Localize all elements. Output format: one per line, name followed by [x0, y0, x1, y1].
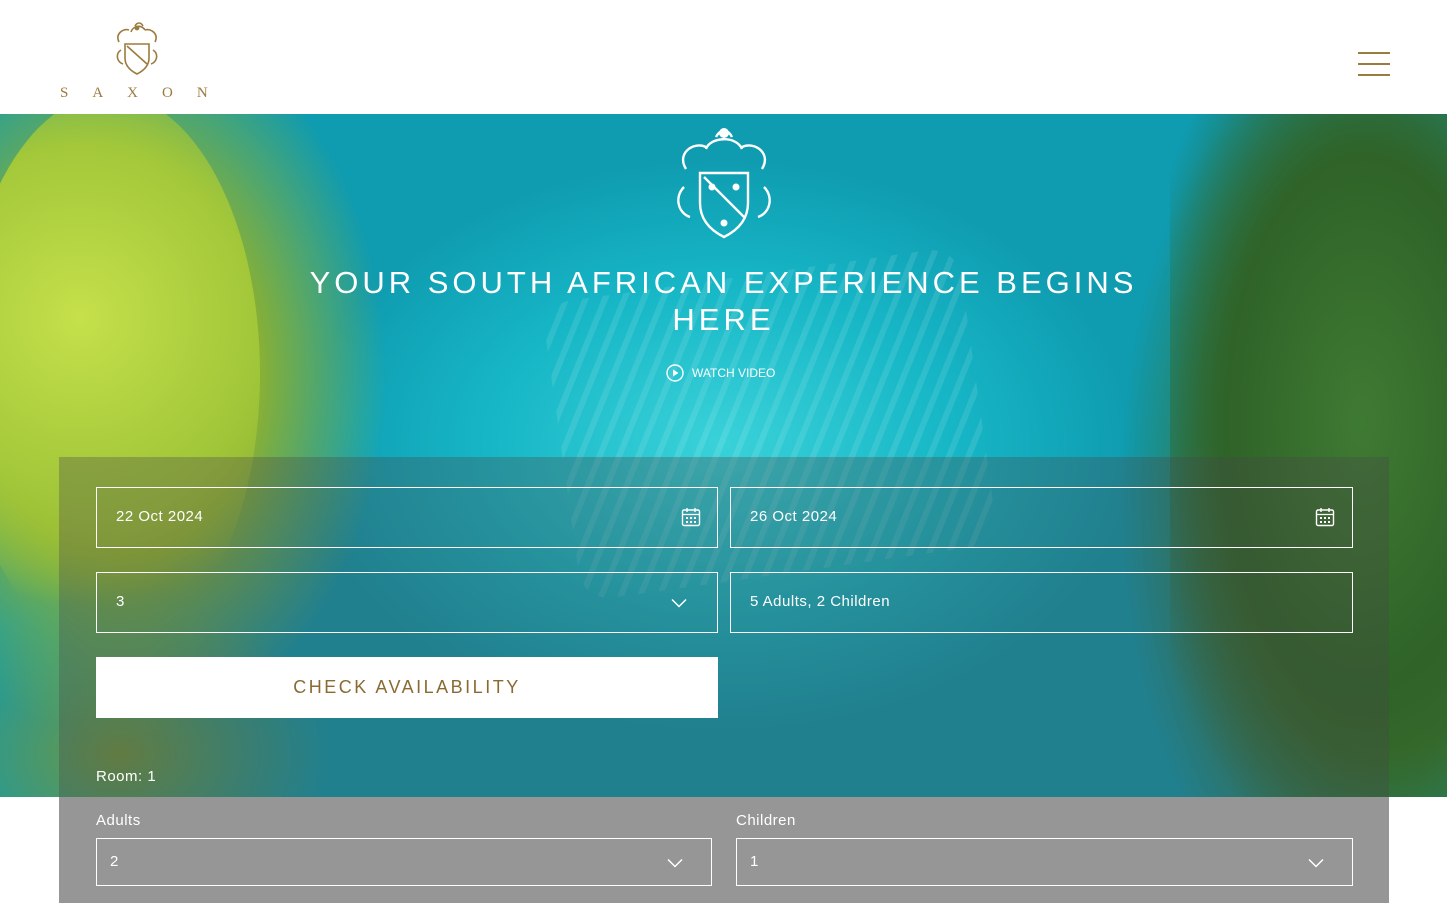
children-select[interactable]: 1 — [736, 838, 1353, 886]
logo-wordmark: SAXON — [60, 85, 232, 101]
room-label: Room: 1 — [96, 768, 157, 785]
hero-title: YOUR SOUTH AFRICAN EXPERIENCE BEGINS HER… — [309, 265, 1138, 337]
crest-icon — [677, 128, 771, 239]
chevron-down-icon — [671, 598, 687, 608]
children-label: Children — [736, 812, 796, 829]
calendar-icon[interactable] — [1315, 507, 1335, 527]
site-header: SAXON — [0, 0, 1447, 114]
check-availability-button[interactable]: CHECK AVAILABILITY — [96, 657, 718, 718]
adults-label: Adults — [96, 812, 141, 829]
watch-video-label: WATCH VIDEO — [692, 366, 776, 380]
crest-icon — [116, 22, 158, 75]
guests-value: 5 Adults, 2 Children — [750, 593, 891, 610]
watch-video-button[interactable]: WATCH VIDEO — [666, 362, 775, 384]
booking-panel: 22 Oct 2024 26 Oct 2024 3 5 Adults, 2 Ch… — [59, 457, 1389, 903]
guests-field[interactable]: 5 Adults, 2 Children — [730, 572, 1353, 633]
hamburger-menu-icon[interactable] — [1358, 52, 1390, 78]
calendar-icon[interactable] — [681, 507, 701, 527]
saxon-logo[interactable]: SAXON — [56, 20, 218, 106]
play-circle-icon — [666, 364, 684, 382]
adults-value: 2 — [110, 853, 119, 870]
chevron-down-icon — [667, 858, 683, 868]
check-out-value: 26 Oct 2024 — [750, 508, 838, 525]
chevron-down-icon — [1308, 858, 1324, 868]
rooms-select[interactable]: 3 — [96, 572, 718, 633]
check-in-value: 22 Oct 2024 — [116, 508, 204, 525]
adults-select[interactable]: 2 — [96, 838, 712, 886]
children-value: 1 — [750, 853, 759, 870]
rooms-value: 3 — [116, 593, 125, 610]
check-in-date-field[interactable]: 22 Oct 2024 — [96, 487, 718, 548]
check-out-date-field[interactable]: 26 Oct 2024 — [730, 487, 1353, 548]
